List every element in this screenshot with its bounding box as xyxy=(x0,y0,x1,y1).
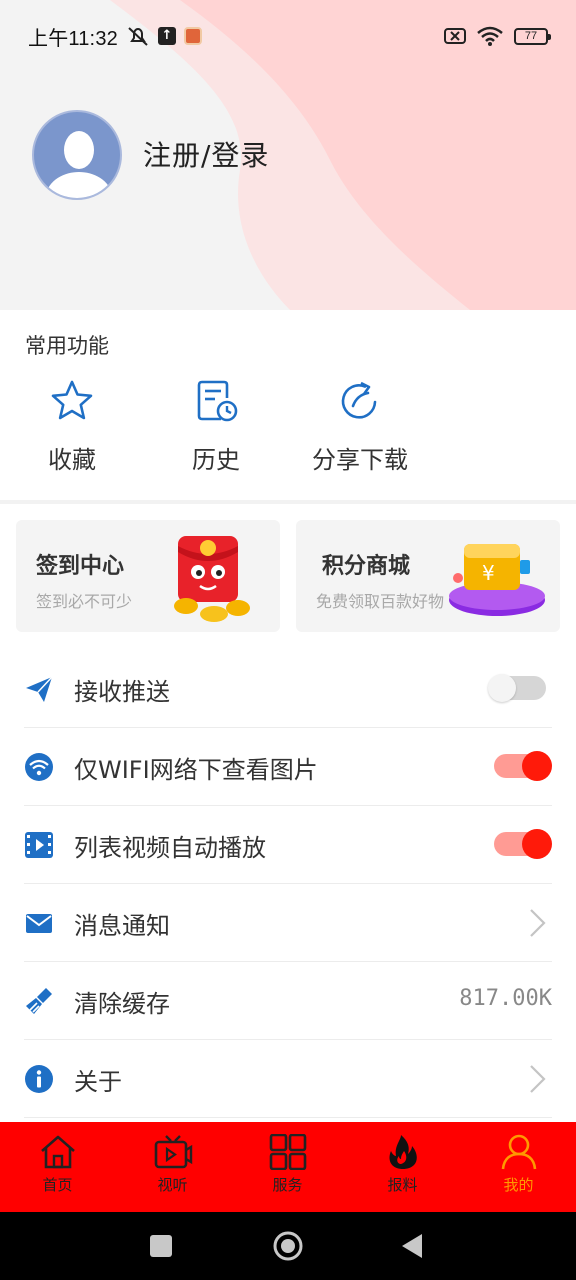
share-download-button[interactable]: 分享下载 xyxy=(288,378,432,488)
tab-label: 报料 xyxy=(387,1176,418,1194)
wallet-icon: ¥ xyxy=(449,544,545,616)
tab-label: 服务 xyxy=(272,1176,303,1194)
favorites-button[interactable]: 收藏 xyxy=(0,378,144,488)
status-bar: 上午11:32 ↑ 77 xyxy=(0,0,576,72)
setting-about[interactable]: 关于 xyxy=(24,1040,552,1118)
video-icon xyxy=(25,832,53,858)
wifi-icon xyxy=(25,753,53,781)
tab-label: 我的 xyxy=(503,1176,534,1194)
section-title: 常用功能 xyxy=(25,334,109,358)
setting-wifi-only-images[interactable]: 仅WIFI网络下查看图片 xyxy=(24,728,552,806)
chevron-right-icon xyxy=(530,909,546,937)
tv-icon xyxy=(154,1135,192,1169)
wifi-signal-icon xyxy=(477,26,503,46)
svg-text:¥: ¥ xyxy=(482,561,495,585)
setting-notifications[interactable]: 消息通知 xyxy=(24,884,552,962)
checkin-center-card[interactable]: 签到中心 签到必不可少 xyxy=(16,520,280,632)
toggle-knob xyxy=(522,751,552,781)
card-title: 签到中心 xyxy=(36,554,125,579)
upload-icon: ↑ xyxy=(157,27,176,45)
paper-plane-icon xyxy=(26,676,53,702)
profile-header: 上午11:32 ↑ 77 注册/登录 xyxy=(0,0,576,310)
mail-icon xyxy=(26,914,52,933)
login-register-link[interactable]: 注册/登录 xyxy=(143,134,269,174)
user-icon xyxy=(501,1134,536,1170)
bottom-tab-bar: 首页 视听 服务 报料 我的 xyxy=(0,1122,576,1212)
grid-icon xyxy=(269,1134,306,1170)
home-icon xyxy=(40,1135,75,1169)
avatar[interactable] xyxy=(32,110,122,200)
setting-label: 关于 xyxy=(74,1068,122,1096)
sim-disabled-icon xyxy=(444,28,466,44)
setting-label: 列表视频自动播放 xyxy=(74,834,266,862)
tab-home[interactable]: 首页 xyxy=(0,1122,115,1212)
setting-label: 仅WIFI网络下查看图片 xyxy=(74,756,318,784)
card-title: 积分商城 xyxy=(322,554,411,579)
card-subtitle: 签到必不可少 xyxy=(36,592,133,611)
push-toggle[interactable] xyxy=(488,674,546,702)
tab-services[interactable]: 服务 xyxy=(230,1122,345,1212)
tab-report[interactable]: 报料 xyxy=(345,1122,460,1212)
setting-label: 接收推送 xyxy=(74,678,170,706)
star-icon xyxy=(51,380,93,420)
points-mall-card[interactable]: 积分商城 免费领取百款好物 ¥ xyxy=(296,520,560,632)
setting-label: 消息通知 xyxy=(74,912,170,940)
home-button[interactable] xyxy=(273,1231,303,1261)
tab-mine[interactable]: 我的 xyxy=(461,1122,576,1212)
broom-icon xyxy=(26,988,52,1014)
battery-indicator: 77 xyxy=(514,27,551,45)
app-notification-icon xyxy=(183,27,202,45)
tab-video[interactable]: 视听 xyxy=(115,1122,230,1212)
default-user-icon xyxy=(44,131,114,198)
chevron-right-icon xyxy=(530,1065,546,1093)
autoplay-toggle[interactable] xyxy=(494,829,552,859)
share-download-label: 分享下载 xyxy=(312,446,408,474)
setting-autoplay-video[interactable]: 列表视频自动播放 xyxy=(24,806,552,884)
cache-size-value: 817.00K xyxy=(459,986,552,1011)
setting-receive-push[interactable]: 接收推送 xyxy=(24,650,552,728)
history-label: 历史 xyxy=(192,446,240,474)
flame-icon xyxy=(389,1135,417,1169)
mute-bell-icon xyxy=(128,27,148,46)
system-navigation-bar xyxy=(0,1212,576,1280)
tab-label: 视听 xyxy=(157,1176,188,1194)
recent-apps-button[interactable] xyxy=(150,1235,172,1257)
share-icon xyxy=(341,381,377,419)
wifi-images-toggle[interactable] xyxy=(494,751,552,781)
status-time: 上午11:32 xyxy=(28,27,118,50)
setting-clear-cache[interactable]: 清除缓存 817.00K xyxy=(24,962,552,1040)
info-icon xyxy=(25,1065,53,1093)
favorites-label: 收藏 xyxy=(48,446,96,474)
toggle-knob xyxy=(522,829,552,859)
toggle-knob xyxy=(488,674,516,702)
card-subtitle: 免费领取百款好物 xyxy=(316,592,445,611)
red-envelope-icon xyxy=(174,536,250,622)
tab-label: 首页 xyxy=(42,1176,73,1194)
back-button[interactable] xyxy=(402,1234,422,1258)
common-functions-section: 常用功能 收藏 历史 分享下载 xyxy=(0,310,576,500)
divider xyxy=(0,500,576,504)
history-icon xyxy=(197,380,238,422)
setting-label: 清除缓存 xyxy=(74,990,170,1018)
system-nav-buttons xyxy=(150,1231,422,1261)
history-button[interactable]: 历史 xyxy=(144,378,288,488)
